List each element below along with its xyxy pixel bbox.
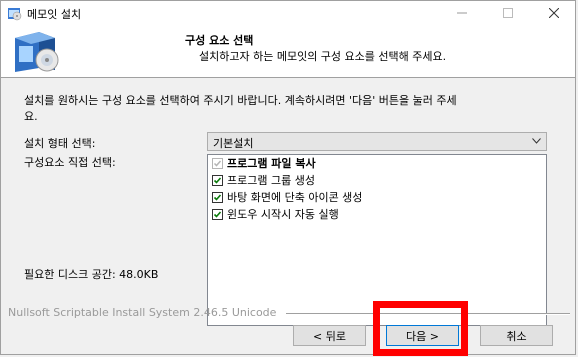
install-type-value: 기본설치 <box>213 137 254 150</box>
component-label: 윈도우 시작시 자동 실행 <box>227 208 339 221</box>
page-header: 구성 요소 선택 설치하고자 하는 메모잇의 구성 요소를 선택해 주세요. <box>1 25 575 78</box>
component-item[interactable]: 윈도우 시작시 자동 실행 <box>212 206 339 222</box>
maximize-button[interactable] <box>485 1 531 25</box>
page-title: 구성 요소 선택 <box>185 34 254 47</box>
page-subtitle: 설치하고자 하는 메모잇의 구성 요소를 선택해 주세요. <box>199 50 447 63</box>
checkbox-icon[interactable] <box>212 174 223 186</box>
component-label: 프로그램 그룹 생성 <box>227 174 315 187</box>
back-button[interactable]: < 뒤로 <box>293 325 366 346</box>
maximize-icon <box>503 8 513 18</box>
title-bar: 메모잇 설치 <box>1 1 575 25</box>
checkbox-icon[interactable] <box>212 208 223 220</box>
close-icon <box>549 8 559 18</box>
installer-app-icon <box>8 8 22 21</box>
checkbox-icon <box>212 157 223 169</box>
cancel-button[interactable]: 취소 <box>480 325 553 346</box>
disk-space-label: 필요한 디스크 공간: 48.0KB <box>24 268 159 281</box>
close-button[interactable] <box>531 1 577 25</box>
minimize-icon <box>457 12 467 14</box>
component-label: 프로그램 파일 복사 <box>227 157 316 170</box>
installer-window: 메모잇 설치 구성 요소 선택 설치하고자 하는 메모잇의 구성 요소를 선택해… <box>0 0 576 356</box>
checkbox-icon[interactable] <box>212 191 223 203</box>
component-label: 바탕 화면에 단축 아이콘 생성 <box>227 191 363 204</box>
component-select-label: 구성요소 직접 선택: <box>24 156 116 169</box>
instruction-text: 설치를 원하시는 구성 요소를 선택하여 주시기 바랍니다. 계속하시려면 '다… <box>24 94 457 123</box>
install-type-dropdown[interactable]: 기본설치 <box>207 132 547 151</box>
installer-box-icon <box>15 32 59 72</box>
window-title: 메모잇 설치 <box>27 8 82 21</box>
component-item[interactable]: 프로그램 그룹 생성 <box>212 172 315 188</box>
minimize-button[interactable] <box>439 1 485 25</box>
chevron-down-icon <box>532 138 541 144</box>
nsis-branding: Nullsoft Scriptable Install System 2.46.… <box>8 306 277 319</box>
component-item[interactable]: 바탕 화면에 단축 아이콘 생성 <box>212 189 362 205</box>
install-type-label: 설치 형태 선택: <box>24 137 96 150</box>
highlight-box <box>373 301 468 356</box>
component-item: 프로그램 파일 복사 <box>212 155 316 171</box>
